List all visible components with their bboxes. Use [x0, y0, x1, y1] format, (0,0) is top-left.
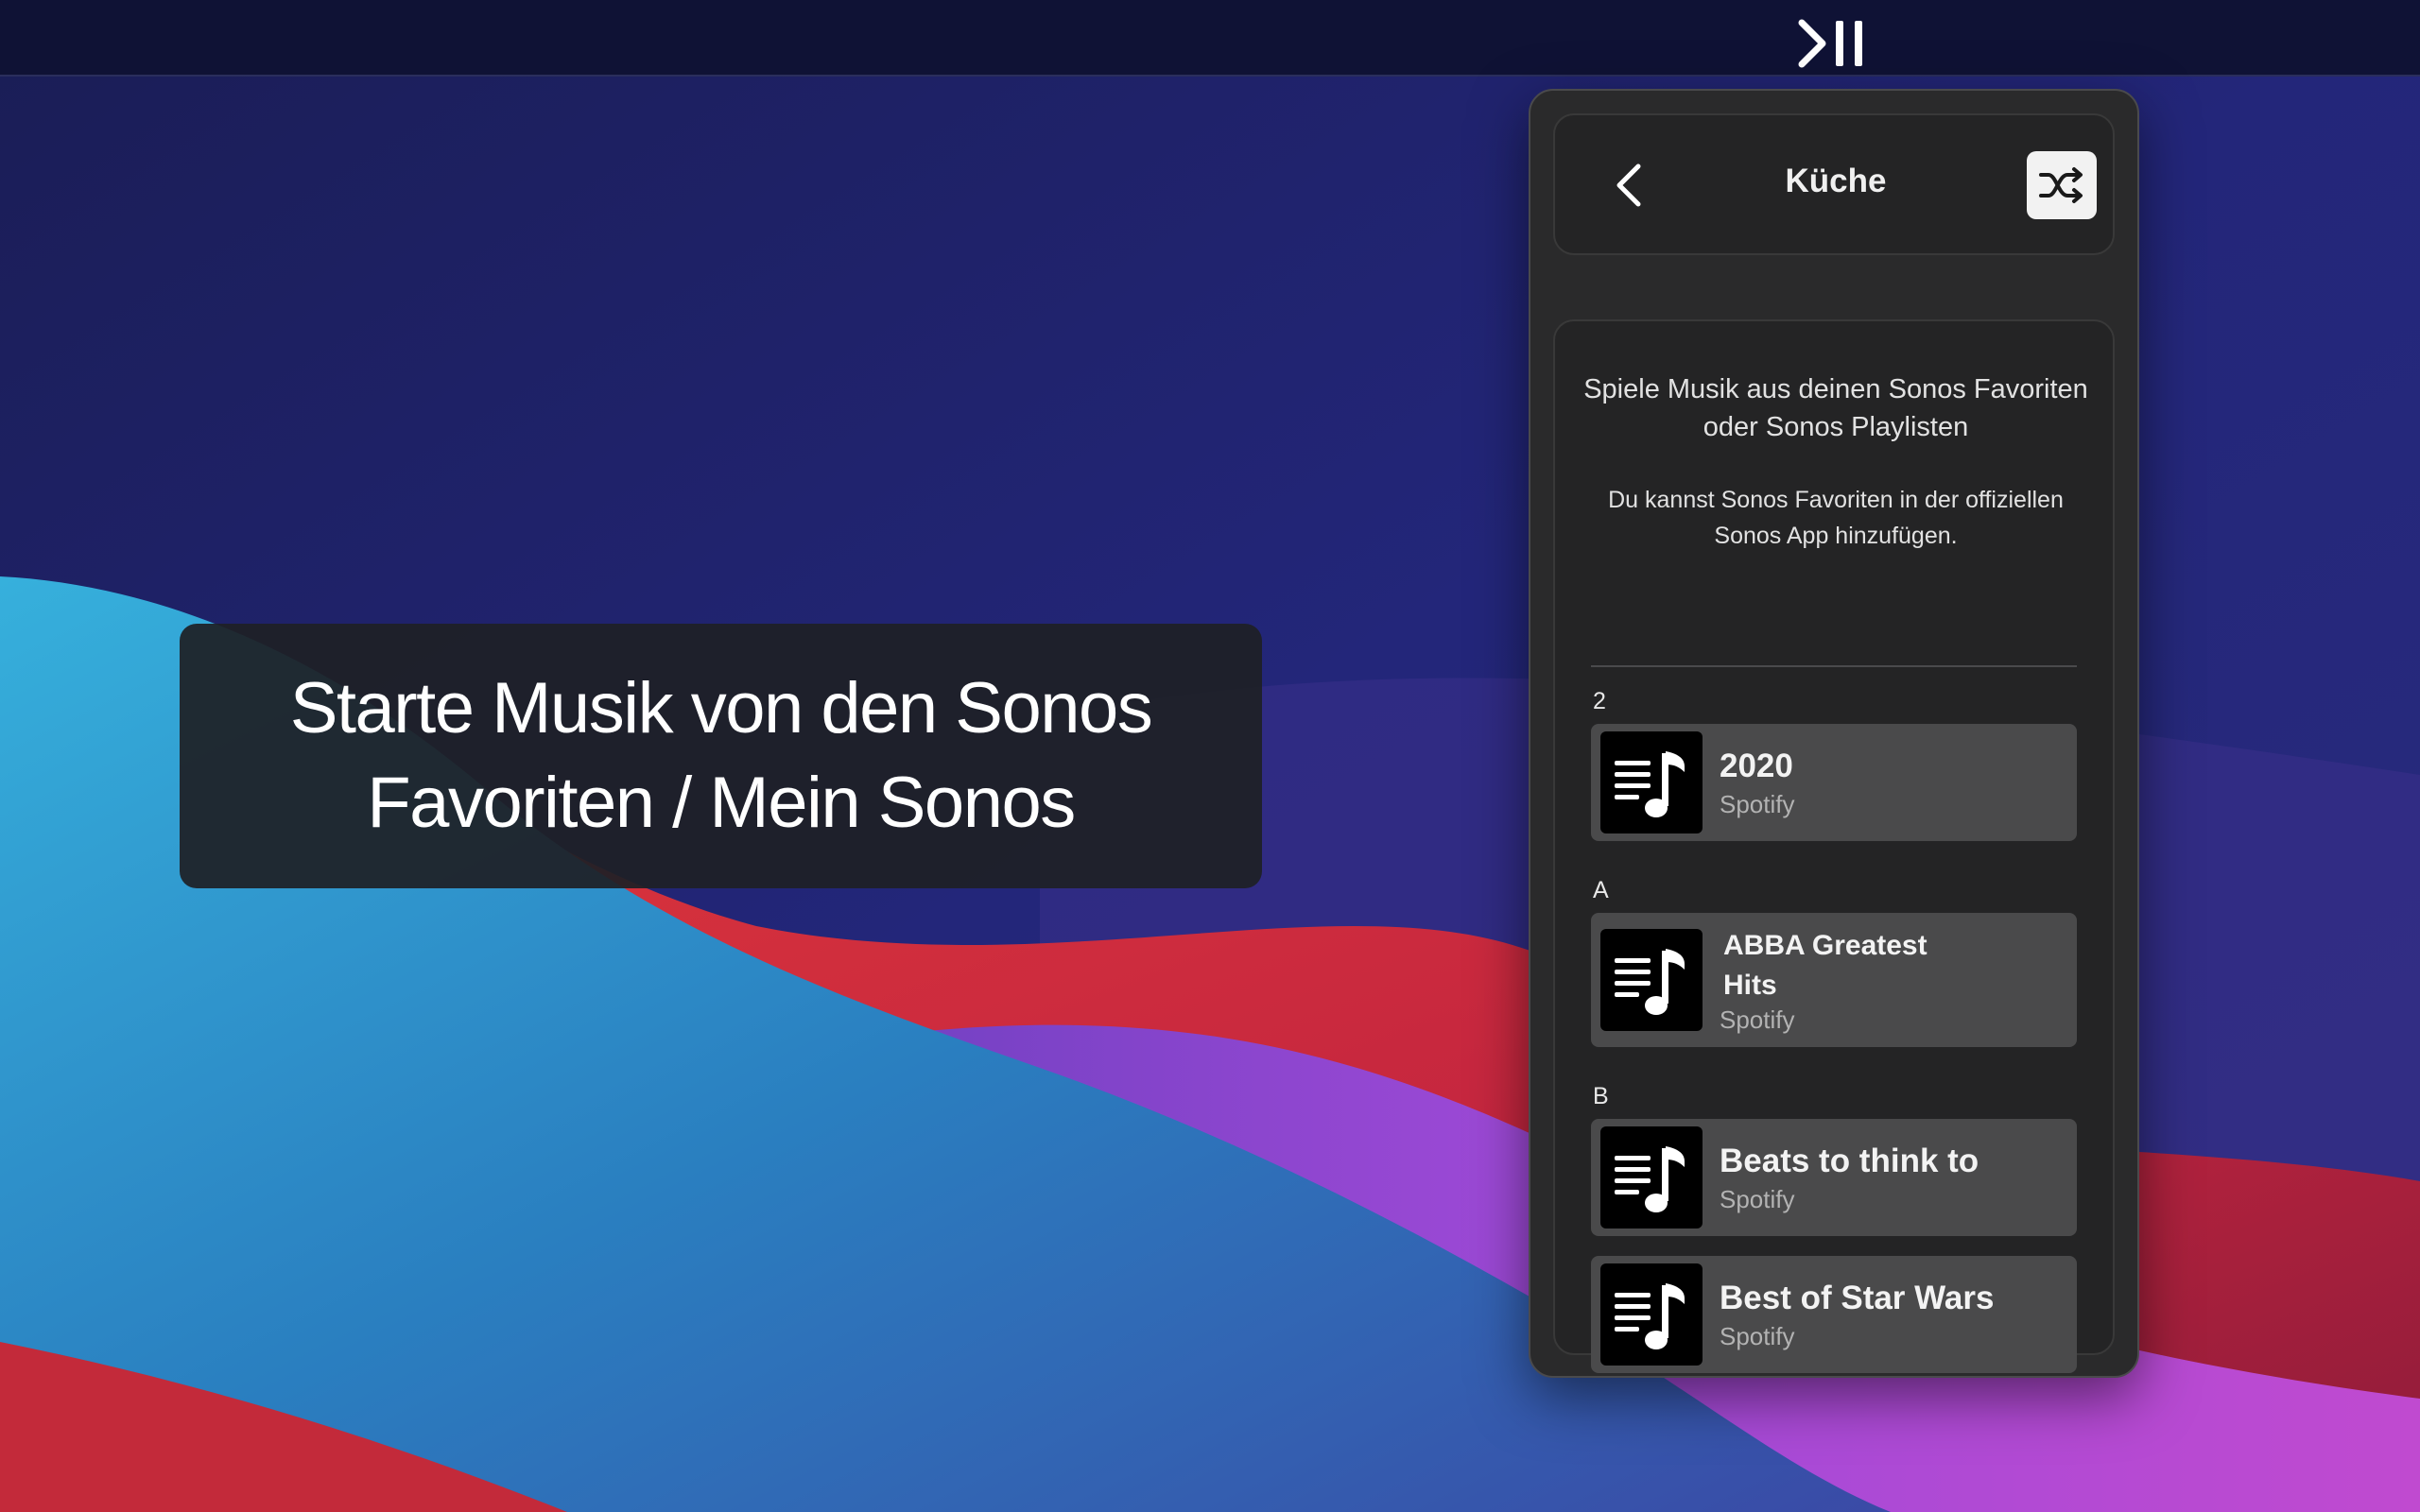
favorite-item[interactable]: ABBA Greatest Hits Spotify	[1591, 913, 2077, 1047]
shuffle-button[interactable]	[2027, 151, 2097, 219]
favorite-source: Spotify	[1720, 790, 1795, 818]
shuffle-icon	[2039, 167, 2083, 203]
caption-line-1: Starte Musik von den Sonos	[289, 668, 1153, 748]
favorite-item[interactable]: Best of Star Wars Spotify	[1591, 1256, 2077, 1373]
desktop-screen: Starte Musik von den Sonos Favoriten / M…	[0, 0, 2420, 1512]
favorite-item[interactable]: Beats to think to Spotify	[1591, 1119, 2077, 1236]
sonos-popover: Küche Spiele Musik aus deinen Sonos Favo…	[1529, 89, 2139, 1378]
playlist-music-icon	[1600, 929, 1703, 1031]
playlist-music-icon	[1600, 731, 1703, 833]
playlist-music-icon	[1600, 1263, 1703, 1366]
info-hint: Du kannst Sonos Favoriten in der offizie…	[1608, 487, 2064, 549]
room-header: Küche	[1553, 113, 2115, 255]
favorite-item[interactable]: 2020 Spotify	[1591, 724, 2077, 841]
feature-caption: Starte Musik von den Sonos Favoriten / M…	[180, 624, 1262, 888]
play-pause-icon[interactable]	[1796, 17, 1874, 70]
favorite-source: Spotify	[1720, 1322, 1795, 1350]
section-header: B	[1593, 1083, 1609, 1109]
favorite-title: Best of Star Wars	[1720, 1280, 1995, 1316]
divider	[1591, 665, 2077, 667]
playlist-music-icon	[1600, 1126, 1703, 1228]
section-header: A	[1593, 877, 1609, 903]
section-header: 2	[1593, 688, 1606, 714]
info-text: Spiele Musik aus deinen Sonos Favoriten …	[1583, 374, 2088, 442]
menu-bar	[0, 0, 2420, 77]
favorite-title: Beats to think to	[1720, 1143, 1979, 1179]
favorite-title: 2020	[1720, 747, 1793, 784]
favorite-source: Spotify	[1720, 1185, 1795, 1213]
room-title: Küche	[1785, 163, 1887, 199]
chevron-left-icon[interactable]	[1606, 159, 1653, 212]
favorite-title: ABBA Greatest Hits	[1723, 930, 1927, 1001]
caption-line-2: Favoriten / Mein Sonos	[367, 763, 1076, 843]
favorite-source: Spotify	[1720, 1005, 1795, 1034]
favorites-list: Spiele Musik aus deinen Sonos Favoriten …	[1553, 319, 2115, 1373]
